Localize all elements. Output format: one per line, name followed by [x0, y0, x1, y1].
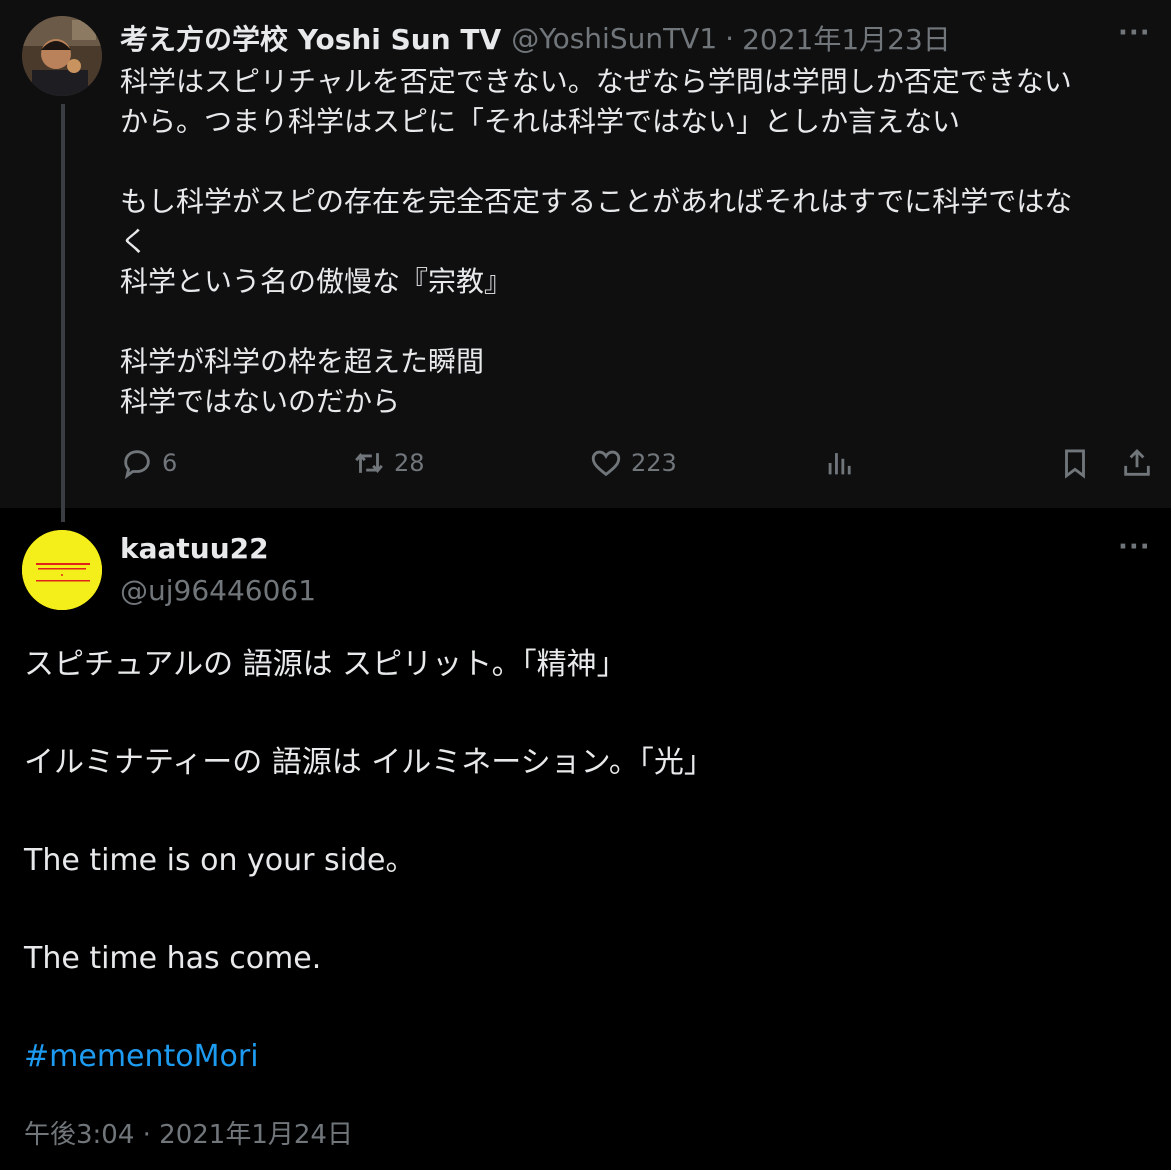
like-button[interactable]: 223 — [589, 446, 677, 480]
reply-avatar[interactable] — [22, 530, 102, 610]
reply-text-line: The time has come. — [24, 941, 322, 976]
retweet-button[interactable]: 28 — [352, 446, 425, 480]
reply-timestamp[interactable]: 午後3:04 · 2021年1月24日 — [24, 1114, 353, 1151]
parent-text-line: 科学はスピリチャルを否定できない。なぜなら学問は学問しか否定できない — [120, 65, 1072, 98]
like-count: 223 — [631, 449, 677, 477]
parent-action-bar: 6 28 223 — [0, 446, 1171, 486]
parent-avatar-image — [22, 16, 102, 96]
parent-date[interactable]: 2021年1月23日 — [742, 18, 951, 58]
retweet-icon — [355, 453, 383, 473]
reply-text-line: The time is on your side。 — [24, 843, 416, 878]
reply-more-icon[interactable]: ··· — [1118, 532, 1151, 562]
reply-display-name[interactable]: kaatuu22 — [120, 532, 269, 565]
reply-count: 6 — [162, 449, 178, 477]
bookmark-icon — [1065, 449, 1085, 479]
views-button[interactable] — [823, 446, 857, 480]
parent-text-line: 科学ではないのだから — [120, 385, 401, 418]
parent-tweet[interactable]: 考え方の学校 Yoshi Sun TV @YoshiSunTV1 · 2021年… — [0, 0, 1171, 522]
retweet-count: 28 — [394, 449, 425, 477]
reply-text-line: イルミナティーの 語源は イルミネーション。「光」 — [24, 745, 714, 780]
reply-handle[interactable]: @uj96446061 — [120, 574, 316, 607]
reply-icon — [124, 450, 150, 480]
share-icon — [1124, 448, 1150, 476]
parent-text-line: く — [120, 225, 149, 258]
parent-text-line: もし科学がスピの存在を完全否定することがあればそれはすでに科学ではな — [120, 185, 1073, 218]
header-separator: · — [725, 21, 735, 55]
hashtag-link[interactable]: #mementoMori — [24, 1039, 259, 1074]
parent-header: 考え方の学校 Yoshi Sun TV @YoshiSunTV1 · 2021年… — [120, 18, 951, 58]
share-button[interactable] — [1120, 446, 1154, 480]
parent-text-line: 科学が科学の枠を超えた瞬間 — [120, 345, 485, 378]
analytics-icon — [828, 453, 851, 475]
parent-tweet-text: 科学はスピリチャルを否定できない。なぜなら学問は学問しか否定できない から。つま… — [120, 62, 1150, 422]
heart-icon — [591, 450, 621, 477]
parent-handle[interactable]: @YoshiSunTV1 — [511, 22, 717, 55]
bookmark-button[interactable] — [1058, 446, 1092, 480]
reply-tweet-text: スピチュアルの 語源は スピリット。「精神」 イルミナティーの 語源は イルミネ… — [24, 640, 1144, 1081]
reply-button[interactable]: 6 — [120, 446, 177, 480]
parent-text-line: 科学という名の傲慢な『宗教』 — [120, 265, 513, 298]
parent-more-icon[interactable]: ··· — [1118, 18, 1151, 48]
reply-avatar-image — [22, 530, 102, 610]
reply-text-line: スピチュアルの 語源は スピリット。「精神」 — [24, 647, 627, 682]
parent-text-line: から。つまり科学はスピに「それは科学ではない」としか言えない — [120, 105, 961, 138]
parent-display-name[interactable]: 考え方の学校 Yoshi Sun TV — [120, 18, 501, 58]
parent-avatar[interactable] — [22, 16, 102, 96]
